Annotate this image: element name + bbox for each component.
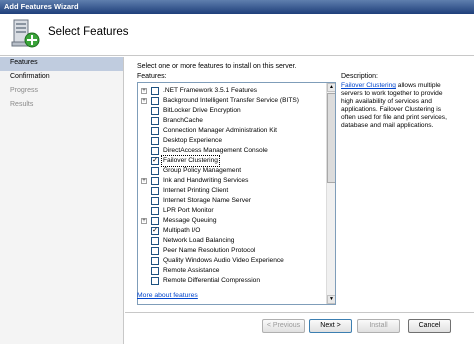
- feature-label: Peer Name Resolution Protocol: [163, 247, 256, 254]
- feature-checkbox[interactable]: [151, 217, 159, 225]
- wizard-header: Select Features: [0, 14, 474, 56]
- description-label: Description:: [341, 73, 378, 80]
- feature-checkbox[interactable]: [151, 247, 159, 255]
- nav-item-progress: Progress: [10, 87, 39, 94]
- feature-label: Remote Assistance: [163, 267, 220, 274]
- feature-label: Network Load Balancing: [163, 237, 235, 244]
- features-rows: + .NET Framework 3.5.1 Features + Backgroun…: [138, 86, 327, 286]
- feature-row[interactable]: Remote Differential Compression: [138, 276, 327, 286]
- expand-plus-icon[interactable]: +: [141, 218, 147, 224]
- wizard-nav: Features Confirmation Progress Results: [0, 57, 124, 344]
- feature-label: DirectAccess Management Console: [163, 147, 268, 154]
- feature-label: Desktop Experience: [163, 137, 223, 144]
- feature-row[interactable]: BitLocker Drive Encryption: [138, 106, 327, 116]
- feature-label: Failover Clustering: [161, 155, 220, 167]
- feature-label: Background Intelligent Transfer Service …: [163, 97, 299, 104]
- feature-checkbox[interactable]: ✓: [151, 227, 159, 235]
- feature-row[interactable]: Connection Manager Administration Kit: [138, 126, 327, 136]
- feature-row[interactable]: Group Policy Management: [138, 166, 327, 176]
- expand-plus-icon[interactable]: +: [141, 178, 147, 184]
- feature-checkbox[interactable]: [151, 277, 159, 285]
- feature-label: Ink and Handwriting Services: [163, 177, 249, 184]
- page-title: Select Features: [48, 26, 129, 38]
- scroll-down-arrow-icon[interactable]: ▼: [327, 295, 335, 304]
- features-list[interactable]: + .NET Framework 3.5.1 Features + Backgroun…: [137, 82, 336, 305]
- nav-item-results: Results: [10, 101, 34, 108]
- feature-checkbox[interactable]: [151, 197, 159, 205]
- feature-label: BitLocker Drive Encryption: [163, 107, 241, 114]
- instruction-text: Select one or more features to install o…: [137, 63, 297, 70]
- footer-divider: [125, 312, 474, 313]
- description-body: allows multiple servers to work together…: [341, 82, 447, 129]
- feature-label: Group Policy Management: [163, 167, 242, 174]
- cancel-button[interactable]: Cancel: [408, 319, 451, 333]
- feature-checkbox[interactable]: [151, 147, 159, 155]
- feature-checkbox[interactable]: [151, 237, 159, 245]
- feature-row[interactable]: Network Load Balancing: [138, 236, 327, 246]
- feature-row[interactable]: Remote Assistance: [138, 266, 327, 276]
- description-text: Failover Clustering allows multiple serv…: [341, 82, 456, 130]
- feature-checkbox[interactable]: [151, 107, 159, 115]
- feature-row[interactable]: + Ink and Handwriting Services: [138, 176, 327, 186]
- window-title-bar[interactable]: Add Features Wizard: [0, 0, 474, 14]
- feature-label: BranchCache: [163, 117, 203, 124]
- feature-checkbox[interactable]: [151, 207, 159, 215]
- more-about-features-link[interactable]: More about features: [137, 292, 198, 299]
- feature-label: .NET Framework 3.5.1 Features: [163, 87, 258, 94]
- scroll-up-arrow-icon[interactable]: ▲: [327, 83, 335, 92]
- feature-row[interactable]: Internet Storage Name Server: [138, 196, 327, 206]
- previous-button[interactable]: < Previous: [262, 319, 305, 333]
- server-add-icon: [10, 18, 40, 50]
- feature-label: Remote Differential Compression: [163, 277, 260, 284]
- scroll-thumb[interactable]: [327, 93, 335, 183]
- feature-checkbox[interactable]: [151, 87, 159, 95]
- feature-label: Connection Manager Administration Kit: [163, 127, 277, 134]
- feature-checkbox[interactable]: [151, 167, 159, 175]
- feature-checkbox[interactable]: [151, 117, 159, 125]
- expand-plus-icon[interactable]: +: [141, 98, 147, 104]
- next-button[interactable]: Next >: [309, 319, 352, 333]
- feature-checkbox[interactable]: [151, 177, 159, 185]
- feature-row[interactable]: Internet Printing Client: [138, 186, 327, 196]
- nav-item-features[interactable]: Features: [0, 57, 123, 71]
- feature-checkbox[interactable]: ✓: [151, 157, 159, 165]
- feature-row[interactable]: Quality Windows Audio Video Experience: [138, 256, 327, 266]
- feature-checkbox[interactable]: [151, 187, 159, 195]
- feature-row[interactable]: Desktop Experience: [138, 136, 327, 146]
- main-panel: Select one or more features to install o…: [125, 57, 474, 344]
- description-link[interactable]: Failover Clustering: [341, 82, 396, 89]
- feature-label: Multipath I/O: [163, 227, 201, 234]
- feature-label: LPR Port Monitor: [163, 207, 214, 214]
- feature-row[interactable]: LPR Port Monitor: [138, 206, 327, 216]
- features-scrollbar[interactable]: ▲ ▼: [326, 83, 335, 304]
- feature-row[interactable]: ✓ Failover Clustering: [138, 155, 327, 167]
- feature-row[interactable]: + Message Queuing: [138, 216, 327, 226]
- feature-checkbox[interactable]: [151, 127, 159, 135]
- feature-checkbox[interactable]: [151, 137, 159, 145]
- feature-label: Internet Storage Name Server: [163, 197, 251, 204]
- install-button[interactable]: Install: [357, 319, 400, 333]
- feature-checkbox[interactable]: [151, 267, 159, 275]
- feature-row[interactable]: DirectAccess Management Console: [138, 146, 327, 156]
- feature-row[interactable]: ✓ Multipath I/O: [138, 226, 327, 236]
- feature-row[interactable]: Peer Name Resolution Protocol: [138, 246, 327, 256]
- feature-row[interactable]: + .NET Framework 3.5.1 Features: [138, 86, 327, 96]
- feature-label: Internet Printing Client: [163, 187, 229, 194]
- feature-label: Quality Windows Audio Video Experience: [163, 257, 284, 264]
- features-label: Features:: [137, 73, 167, 80]
- feature-label: Message Queuing: [163, 217, 217, 224]
- feature-row[interactable]: + Background Intelligent Transfer Service…: [138, 96, 327, 106]
- expand-plus-icon[interactable]: +: [141, 88, 147, 94]
- nav-item-confirmation[interactable]: Confirmation: [0, 71, 123, 85]
- window-title: Add Features Wizard: [4, 2, 79, 11]
- feature-checkbox[interactable]: [151, 257, 159, 265]
- feature-row[interactable]: BranchCache: [138, 116, 327, 126]
- feature-checkbox[interactable]: [151, 97, 159, 105]
